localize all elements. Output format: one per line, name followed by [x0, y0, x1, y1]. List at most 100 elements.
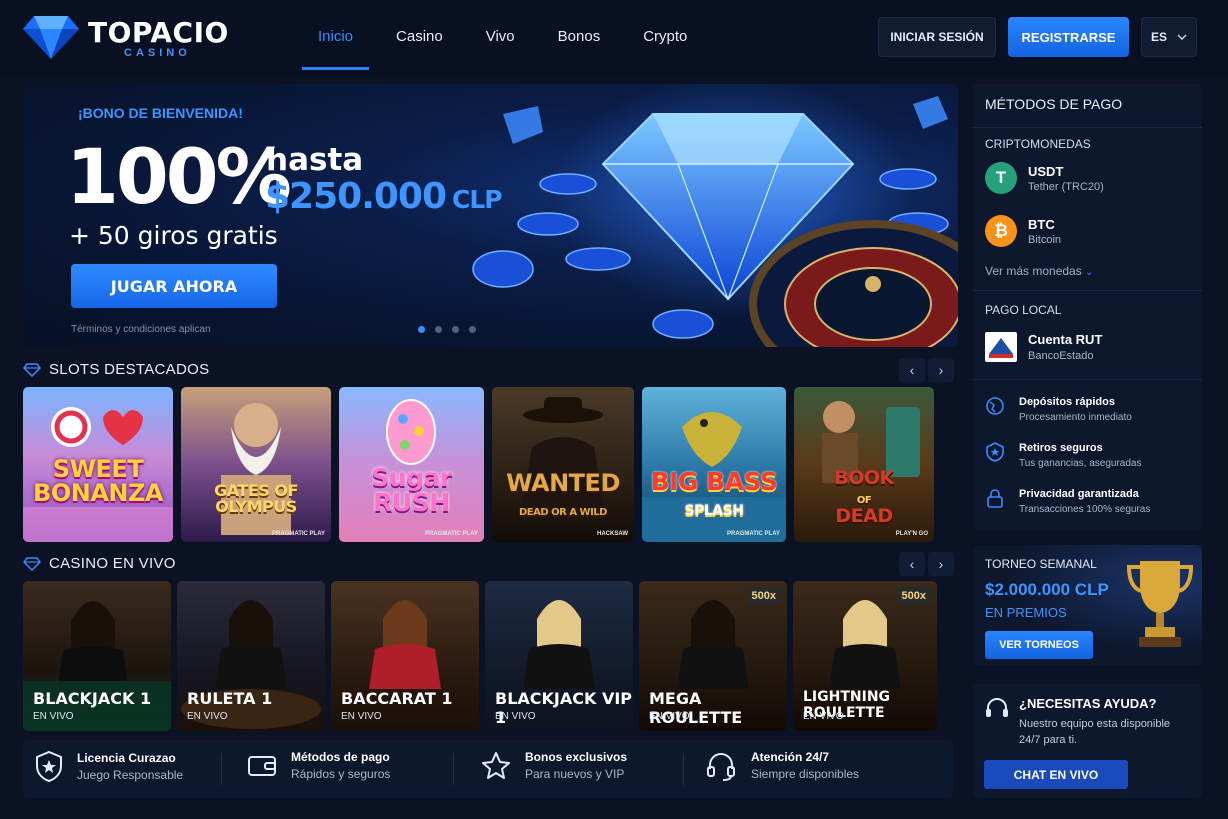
more-coins-link[interactable]: Ver más monedas ⌄ [985, 264, 1093, 278]
perk-sub: Tus ganancias, aseguradas [1019, 458, 1142, 469]
slot-provider: HACKSAW [597, 531, 628, 537]
dealer-art [369, 600, 441, 689]
live-card-lightning-roulette[interactable]: 500x LIGHTNING ROULETTE EN VIVO [793, 581, 937, 731]
slot-title-line: RUSH [373, 488, 450, 517]
live-title-text: CASINO EN VIVO [49, 555, 176, 572]
perk-safe-withdrawals: Retiros seguros Tus ganancias, aseguradas [985, 442, 1142, 469]
help-text: Nuestro equipo esta disponible 24/7 para… [1019, 718, 1171, 746]
tournament-amount: $2.000.000 CLP [985, 580, 1109, 599]
hero-amount: $250.000 CLP [265, 176, 503, 217]
view-tournaments-button[interactable]: VER TORNEOS [985, 631, 1093, 659]
headset-icon [986, 698, 1008, 717]
chevron-right-icon[interactable]: › [928, 552, 954, 576]
divider [973, 290, 1202, 291]
nav-bonos[interactable]: Bonos [542, 0, 617, 70]
coin-name[interactable]: BTC [1028, 217, 1055, 232]
live-card-baccarat-1[interactable]: BACCARAT 1 EN VIVO [331, 581, 479, 731]
slot-card-book-of-dead[interactable]: BOOK OF DEAD PLAY'N GO [794, 387, 934, 542]
live-row: BLACKJACK 1 EN VIVO RULETA 1 EN VIVO BAC… [23, 581, 937, 731]
trophy-icon [1126, 561, 1194, 647]
slot-title-line: DEAD [835, 505, 893, 527]
slots-section-title: SLOTS DESTACADOS [23, 361, 209, 378]
slot-card-wanted[interactable]: WANTED DEAD OR A WILD HACKSAW [492, 387, 634, 542]
slot-provider: PRAGMATIC PLAY [424, 531, 478, 537]
perk-sub: Procesamiento inmediato [1019, 412, 1132, 423]
terms-link[interactable]: Términos y condiciones aplican [71, 324, 211, 335]
slot-card-sweet-bonanza[interactable]: SWEET BONANZA [23, 387, 173, 542]
slot-card-sugar-rush[interactable]: Sugar RUSH PRAGMATIC PLAY [339, 387, 484, 542]
shield-star-icon [36, 750, 62, 782]
more-coins-text: Ver más monedas [985, 264, 1082, 278]
register-button[interactable]: REGISTRARSE [1008, 17, 1129, 57]
feature-bonuses: Bonos exclusivos Para nuevos y VIP [481, 750, 627, 781]
local-method-name[interactable]: Cuenta RUT [1028, 332, 1102, 347]
live-card-status: EN VIVO [803, 711, 844, 722]
perk-title: Retiros seguros [1019, 442, 1103, 454]
dealer-art [181, 600, 321, 729]
hero-currency: CLP [452, 185, 503, 214]
brand-name: TOPACIO [88, 16, 229, 49]
feature-title: Licencia Curazao [77, 750, 176, 765]
multiplier-badge: 500x [896, 587, 931, 605]
nav-vivo[interactable]: Vivo [470, 0, 531, 70]
carousel-dot[interactable] [469, 326, 476, 333]
carousel-dot[interactable] [452, 326, 459, 333]
brand-logo[interactable]: TOPACIO CASINO [22, 14, 242, 62]
live-card-ruleta-1[interactable]: RULETA 1 EN VIVO [177, 581, 325, 731]
nav-crypto[interactable]: Crypto [627, 0, 703, 70]
tournament-prize: EN PREMIOS [985, 605, 1067, 620]
slot-card-gates-of-olympus[interactable]: GATES OF OLYMPUS PRAGMATIC PLAY [181, 387, 331, 542]
diamond-icon [23, 362, 41, 377]
play-now-button[interactable]: JUGAR AHORA [71, 264, 277, 308]
nav-casino[interactable]: Casino [380, 0, 459, 70]
usdt-icon: T [985, 162, 1017, 194]
local-pay-label: PAGO LOCAL [985, 303, 1062, 317]
perk-title: Privacidad garantizada [1019, 488, 1139, 500]
main-nav: Inicio Casino Vivo Bonos Crypto [302, 0, 714, 70]
brand-subtitle: CASINO [124, 47, 191, 59]
live-card-status: EN VIVO [33, 711, 74, 722]
lock-icon [987, 489, 1003, 508]
carousel-dot[interactable] [435, 326, 442, 333]
slots-title-text: SLOTS DESTACADOS [49, 361, 210, 378]
login-button[interactable]: INICIAR SESIÓN [878, 17, 996, 57]
carousel-dot[interactable] [418, 326, 425, 333]
feature-title: Bonos exclusivos [525, 750, 628, 764]
live-card-status: EN VIVO [341, 711, 382, 722]
nav-inicio[interactable]: Inicio [302, 0, 370, 70]
zeus-art [221, 403, 291, 535]
chevron-left-icon[interactable]: ‹ [899, 358, 925, 382]
star-icon [482, 751, 510, 779]
live-chat-button[interactable]: CHAT EN VIVO [984, 760, 1128, 789]
diamond-icon [23, 556, 41, 571]
live-card-name: BACCARAT 1 [341, 689, 453, 708]
slot-title-line: OLYMPUS [215, 497, 297, 516]
live-card-blackjack-vip-1[interactable]: BLACKJACK VIP 1 EN VIVO [485, 581, 633, 731]
coin-sub: Tether (TRC20) [1028, 181, 1104, 193]
coin-name[interactable]: USDT [1028, 164, 1063, 179]
globe-icon [986, 397, 1004, 415]
bancoestado-icon [985, 332, 1017, 362]
slot-provider: PLAY'N GO [895, 531, 928, 537]
chevron-right-icon[interactable]: › [928, 358, 954, 382]
feature-support: Atención 24/7 Siempre disponibles [705, 750, 859, 781]
hero-amount-value: $250.000 [265, 176, 447, 217]
feature-sub: Rápidos y seguros [291, 767, 391, 781]
wallet-icon [248, 755, 276, 776]
live-card-blackjack-1[interactable]: BLACKJACK 1 EN VIVO [23, 581, 171, 731]
slot-card-big-bass-splash[interactable]: BIG BASS SPLASH PRAGMATIC PLAY [642, 387, 786, 542]
language-selector[interactable]: ES [1141, 17, 1197, 57]
welcome-bonus-banner[interactable]: ¡BONO DE BIENVENIDA! 100% hasta $250.000… [23, 84, 958, 347]
crypto-label: CRIPTOMONEDAS [985, 137, 1091, 151]
coin-sub: Bitcoin [1028, 234, 1062, 246]
divider [973, 379, 1202, 380]
slot-title-line: DEAD OR A WILD [519, 507, 607, 518]
chevron-left-icon[interactable]: ‹ [899, 552, 925, 576]
feature-sub: Para nuevos y VIP [525, 767, 625, 781]
slot-title-line: BONANZA [33, 479, 163, 507]
live-card-mega-roulette[interactable]: 500x MEGA ROULETTE EN VIVO [639, 581, 787, 731]
feature-payments: Métodos de pago Rápidos y seguros [247, 750, 390, 781]
slot-title-line: BOOK [834, 467, 894, 489]
live-carousel-arrows: ‹ › [899, 552, 954, 576]
multiplier-badge: 500x [746, 587, 781, 605]
